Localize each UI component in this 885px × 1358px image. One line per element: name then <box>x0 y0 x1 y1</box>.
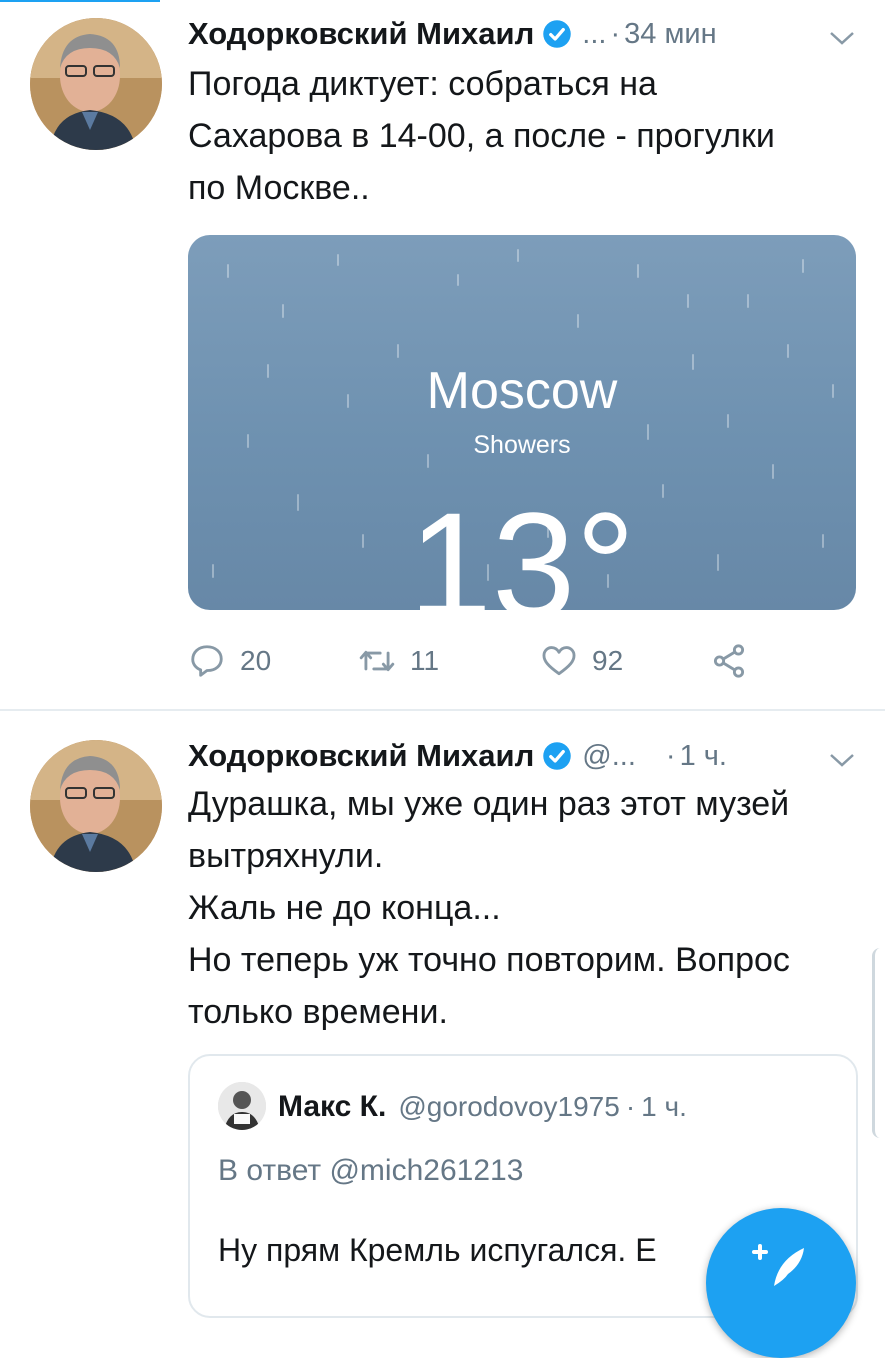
tweet-text-line: Жаль не до конца... <box>188 889 501 927</box>
quoted-reply-to: В ответ @mich261213 <box>218 1154 524 1187</box>
weather-condition: Showers <box>473 431 571 459</box>
tweet[interactable]: Ходорковский Михаил ... · 34 мин Погода … <box>0 0 885 710</box>
tweet-time[interactable]: 34 мин <box>624 18 716 51</box>
author-handle[interactable]: ... <box>582 18 606 51</box>
verified-badge-icon <box>543 742 572 770</box>
author-avatar[interactable] <box>30 18 162 150</box>
separator-dot: · <box>665 739 676 772</box>
retweet-count: 11 <box>410 645 440 676</box>
author-handle[interactable]: @... <box>582 740 636 773</box>
retweet-icon <box>359 650 395 672</box>
weather-media-card[interactable]: Moscow Showers 13° <box>188 235 856 610</box>
author-avatar[interactable] <box>30 740 162 872</box>
reply-button[interactable]: 20 <box>188 636 271 686</box>
separator-dot: · <box>610 17 621 50</box>
tweet-divider <box>0 709 885 711</box>
author-name[interactable]: Ходорковский Михаил <box>188 738 534 774</box>
tweet-text: Дурашка, мы уже один раз этот музей вытр… <box>188 778 858 1038</box>
weather-temperature: 13° <box>408 481 636 610</box>
weather-city: Moscow <box>426 362 618 420</box>
like-count: 92 <box>592 645 624 676</box>
quoted-tweet-header: Макс К. @gorodovoy1975 · 1 ч. <box>278 1082 687 1132</box>
author-name[interactable]: Ходорковский Михаил <box>188 16 534 52</box>
compose-tweet-button[interactable] <box>706 1208 856 1358</box>
heart-icon <box>542 646 576 676</box>
chevron-down-icon[interactable] <box>829 752 855 768</box>
quoted-tweet-text: Ну прям Кремль испугался. Е <box>218 1232 657 1268</box>
quoted-author-avatar[interactable] <box>218 1082 266 1130</box>
tweet-text-line: по Москве.. <box>188 169 370 207</box>
share-button[interactable] <box>710 636 748 686</box>
tweet-text-line: Погода диктует: собраться на <box>188 65 657 103</box>
tweet-actions: 20 11 92 <box>188 636 828 686</box>
quoted-tweet-time: 1 ч. <box>641 1091 687 1122</box>
tweet-text-line: Сахарова в 14-00, а после - прогулки <box>188 117 775 155</box>
tweet-text-line: Дурашка, мы уже один раз этот музей <box>188 785 790 823</box>
tweet-text: Погода диктует: собраться на Сахарова в … <box>188 58 858 214</box>
tweet-text-line: вытряхнули. <box>188 837 384 875</box>
tweet-text-line: Но теперь уж точно повторим. Вопрос <box>188 941 790 979</box>
tweet-header: Ходорковский Михаил @... · 1 ч. <box>188 734 727 778</box>
compose-tweet-icon <box>752 1244 804 1286</box>
tweet-time[interactable]: 1 ч. <box>680 740 727 773</box>
tweet-header: Ходорковский Михаил ... · 34 мин <box>188 12 717 56</box>
reply-icon <box>191 645 223 677</box>
separator-dot: · <box>625 1091 636 1122</box>
quoted-author-name: Макс К. <box>278 1090 387 1123</box>
retweet-button[interactable]: 11 <box>358 636 439 686</box>
like-button[interactable]: 92 <box>540 636 623 686</box>
tweet[interactable]: Ходорковский Михаил @... · 1 ч. Дурашка,… <box>0 712 885 1318</box>
reply-count: 20 <box>240 645 272 676</box>
tweet-text-line: только времени. <box>188 993 448 1031</box>
verified-badge-icon <box>543 20 572 48</box>
chevron-down-icon[interactable] <box>829 30 855 46</box>
edge-scroll-handle[interactable] <box>872 948 885 1138</box>
share-icon <box>713 644 745 678</box>
quoted-author-handle: @gorodovoy1975 <box>398 1091 620 1122</box>
